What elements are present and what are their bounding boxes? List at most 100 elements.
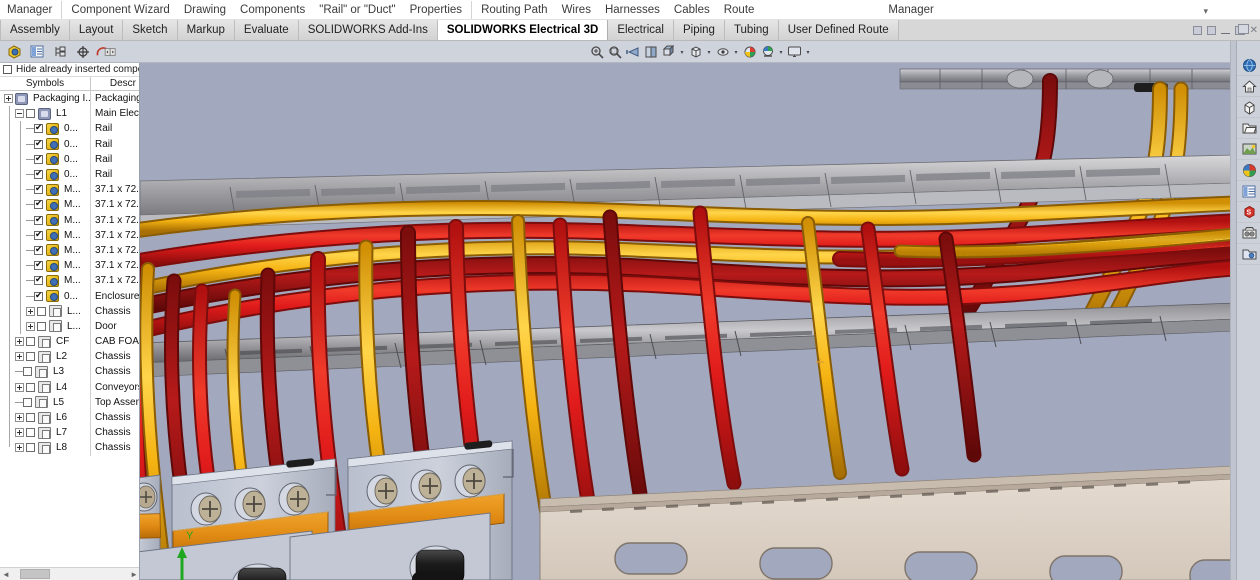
tab-layout[interactable]: Layout <box>69 20 124 40</box>
close-window-icon[interactable]: ✕ <box>1250 26 1258 36</box>
tree-row-checkbox[interactable] <box>26 352 35 362</box>
tree-row-checkbox[interactable] <box>34 198 43 210</box>
color-wheel-icon[interactable] <box>1237 160 1260 181</box>
display-style-icon[interactable] <box>687 42 704 62</box>
tree-row[interactable]: Packaging I... Packaging <box>0 91 139 107</box>
tab-electrical[interactable]: Electrical <box>608 20 674 40</box>
chevron-down-icon[interactable]: ▾ <box>777 49 785 56</box>
tree-row-checkbox[interactable] <box>34 168 43 180</box>
view-settings-icon[interactable] <box>786 42 803 62</box>
chevron-down-icon[interactable]: ▾ <box>678 49 686 56</box>
tree-row-checkbox[interactable] <box>26 337 35 347</box>
tree-row[interactable]: L1 Main Elect <box>0 106 139 122</box>
tree-row-checkbox[interactable] <box>26 443 35 453</box>
tree-row-checkbox[interactable] <box>34 229 43 240</box>
configuration-manager-icon[interactable] <box>49 42 71 62</box>
restore-window-icon[interactable] <box>1192 26 1202 35</box>
ribbon-cmd-wires[interactable]: Wires <box>555 4 598 16</box>
tab-user-defined-route[interactable]: User Defined Route <box>778 20 899 40</box>
expand-icon[interactable] <box>15 382 24 392</box>
ribbon-cmd-routing-path[interactable]: Routing Path <box>474 4 555 16</box>
design-library-icon[interactable] <box>1237 223 1260 244</box>
tree-row-checkbox[interactable] <box>34 274 43 286</box>
chevron-down-icon[interactable]: ▾ <box>732 49 740 56</box>
tree-row-checkbox[interactable] <box>37 306 46 316</box>
expand-icon[interactable] <box>26 321 35 331</box>
file-explorer-icon[interactable] <box>1237 244 1260 265</box>
tab-evaluate[interactable]: Evaluate <box>234 20 299 40</box>
graphics-viewport-3d[interactable]: Y <box>140 63 1236 580</box>
tree-row-checkbox[interactable] <box>23 367 32 377</box>
edit-appearance-icon[interactable] <box>741 42 758 62</box>
chevron-down-icon[interactable]: ▾ <box>1203 6 1208 17</box>
ribbon-cmd-rail-or-duct[interactable]: "Rail" or "Duct" <box>312 4 402 16</box>
ribbon-cmd-route[interactable]: Route <box>717 4 762 16</box>
tree-row-checkbox[interactable] <box>37 321 46 331</box>
scroll-right-arrow-icon[interactable]: ► <box>128 570 139 579</box>
ribbon-cmd-components[interactable]: Components <box>233 4 312 16</box>
tree-row[interactable]: L3 Chassis <box>0 364 139 380</box>
tree-row-checkbox[interactable] <box>34 259 43 271</box>
ribbon-cmd-properties[interactable]: Properties <box>403 4 469 16</box>
tree-row[interactable]: L4 Conveyors <box>0 379 139 395</box>
home-icon[interactable] <box>1237 76 1260 97</box>
expand-icon[interactable] <box>15 352 24 362</box>
tree-row-checkbox[interactable] <box>26 413 35 423</box>
ribbon-cmd-harnesses[interactable]: Harnesses <box>598 4 667 16</box>
minimize-window-icon[interactable] <box>1220 32 1230 34</box>
tree-row[interactable]: L6 Chassis <box>0 409 139 426</box>
expand-icon[interactable] <box>4 94 13 104</box>
chevron-down-icon[interactable]: ▾ <box>705 49 713 56</box>
restore-down-icon[interactable] <box>1234 24 1249 35</box>
tab-markup[interactable]: Markup <box>177 20 235 40</box>
tree-row-checkbox[interactable] <box>26 382 35 392</box>
appearances-icon[interactable] <box>1237 97 1260 118</box>
scroll-left-arrow-icon[interactable]: ◄ <box>0 570 12 579</box>
ribbon-cmd-manager-2[interactable]: Manager <box>881 4 940 16</box>
tab-sketch[interactable]: Sketch <box>123 20 178 40</box>
ribbon-cmd-drawing[interactable]: Drawing <box>177 4 233 16</box>
expand-icon[interactable] <box>26 306 35 316</box>
ribbon-cmd-manager[interactable]: Manager <box>0 4 59 16</box>
previous-view-icon[interactable] <box>624 42 641 62</box>
tab-solidworks-add-ins[interactable]: SOLIDWORKS Add-Ins <box>298 20 438 40</box>
maximize-window-icon[interactable] <box>1206 26 1216 35</box>
tree-row[interactable]: L7 Chassis <box>0 425 139 441</box>
tree-row-checkbox[interactable] <box>26 109 35 119</box>
custom-properties-icon[interactable] <box>1237 181 1260 202</box>
ribbon-cmd-cables[interactable]: Cables <box>667 4 717 16</box>
tree-row-checkbox[interactable] <box>34 290 43 301</box>
hide-show-items-icon[interactable] <box>714 42 731 62</box>
ribbon-cmd-component-wizard[interactable]: Component Wizard <box>64 4 176 16</box>
tree-row-checkbox[interactable] <box>34 244 43 255</box>
tree-row-checkbox[interactable] <box>34 214 43 225</box>
expand-icon[interactable] <box>15 443 24 453</box>
expand-icon[interactable] <box>15 428 24 438</box>
tree-row-checkbox[interactable] <box>26 428 35 438</box>
tree-row-checkbox[interactable] <box>34 138 43 149</box>
tree-row-checkbox[interactable] <box>34 122 43 134</box>
view-orientation-icon[interactable] <box>660 42 677 62</box>
hide-already-inserted-checkbox[interactable] <box>3 65 12 74</box>
tree-row-checkbox[interactable] <box>34 183 43 195</box>
chevron-down-icon[interactable]: ▾ <box>804 49 812 56</box>
dimxpert-manager-icon[interactable] <box>72 42 94 62</box>
expand-icon[interactable] <box>15 337 24 347</box>
scrollbar-thumb[interactable] <box>19 569 50 579</box>
apply-scene-icon[interactable] <box>759 42 776 62</box>
collapse-icon[interactable] <box>15 109 24 119</box>
tree-row-checkbox[interactable] <box>23 397 32 407</box>
open-folder-icon[interactable] <box>1237 118 1260 139</box>
display-manager-icon[interactable] <box>95 42 117 62</box>
tree-row[interactable]: L8 Chassis <box>0 440 139 456</box>
hide-already-inserted-row[interactable]: Hide already inserted componen <box>0 63 139 77</box>
tab-tubing[interactable]: Tubing <box>724 20 779 40</box>
tree-row-checkbox[interactable] <box>34 153 43 164</box>
view-sphere-icon[interactable] <box>1237 55 1260 76</box>
sidebar-horizontal-scrollbar[interactable]: ◄ ► <box>0 567 139 580</box>
tab-solidworks-electrical-3d[interactable]: SOLIDWORKS Electrical 3D <box>437 20 609 40</box>
zoom-to-area-icon[interactable] <box>606 42 623 62</box>
tree-row[interactable]: L2 Chassis <box>0 349 139 365</box>
property-manager-icon[interactable] <box>26 42 48 62</box>
tree-row[interactable]: L5 Top Assem <box>0 394 139 410</box>
